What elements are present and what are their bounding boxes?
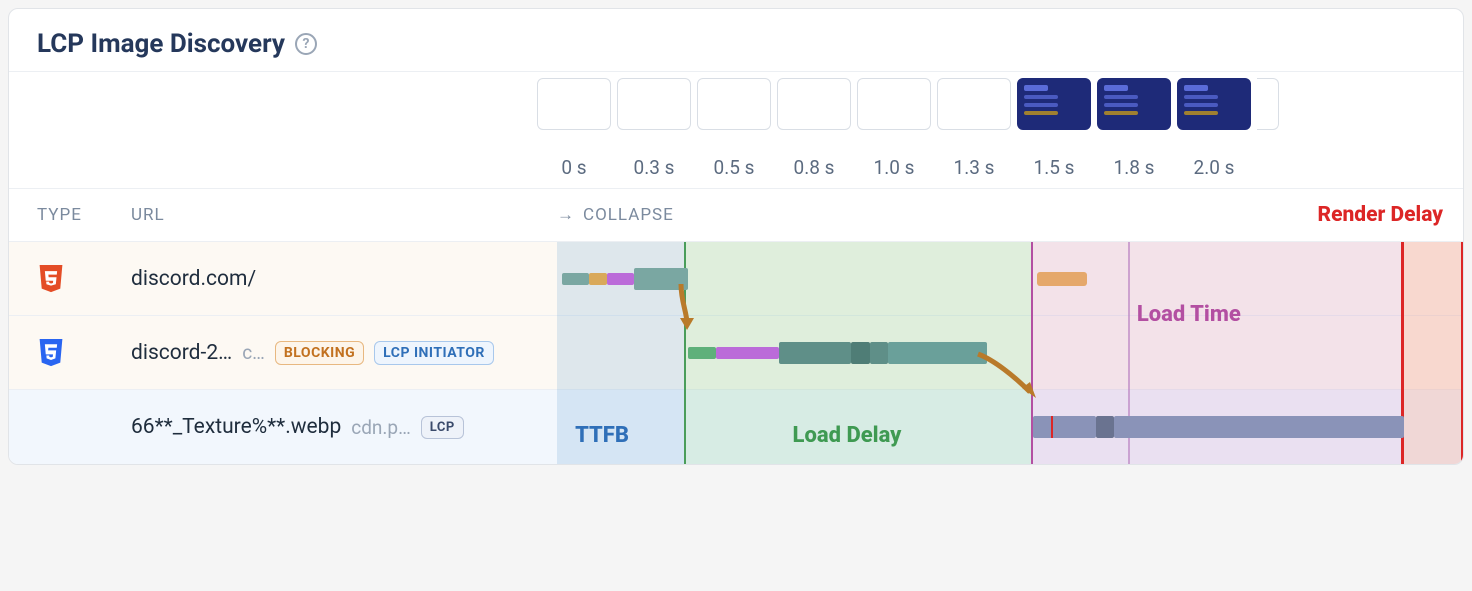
badge-blocking: BLOCKING: [275, 341, 364, 365]
tick-label: 0.3 s: [617, 156, 691, 188]
filmstrip-frame[interactable]: [617, 78, 691, 130]
lcp-discovery-card: LCP Image Discovery ? 0 s0.3 s0.5 s0.8 s…: [8, 8, 1464, 465]
filmstrip-frame[interactable]: [1017, 78, 1091, 130]
render-delay-label: Render Delay: [1318, 203, 1444, 227]
table-row[interactable]: discord.com/: [9, 242, 1463, 316]
filmstrip-frame[interactable]: [777, 78, 851, 130]
waterfall-cell: [557, 390, 1463, 464]
tick-label: 0 s: [537, 156, 611, 188]
css3-icon: [37, 337, 65, 369]
resource-type-icon: [37, 337, 131, 369]
bar-segment: [1037, 272, 1087, 286]
bar-segment: [1033, 416, 1096, 438]
card-title: LCP Image Discovery: [37, 29, 285, 59]
bar-segment: [851, 342, 869, 364]
table-row[interactable]: 66**_Texture%**.webp cdn.p… LCP: [9, 390, 1463, 464]
badge-lcp-initiator: LCP INITIATOR: [374, 341, 494, 365]
bar-segment: [607, 273, 634, 285]
filmstrip-frame[interactable]: [697, 78, 771, 130]
url-text: discord.com/: [131, 267, 256, 291]
resource-type-icon: [37, 263, 131, 295]
table-row[interactable]: discord-2… c… BLOCKING LCP INITIATOR: [9, 316, 1463, 390]
bar-segment: [562, 273, 589, 285]
filmstrip-frame[interactable]: [537, 78, 611, 130]
bar-segment: [1096, 416, 1114, 438]
filmstrip: [537, 78, 1455, 138]
filmstrip-frame[interactable]: [1177, 78, 1251, 130]
bar-segment: [870, 342, 888, 364]
tick-label: 1.0 s: [857, 156, 931, 188]
tick-label: 1.3 s: [937, 156, 1011, 188]
url-cell: 66**_Texture%**.webp cdn.p… LCP: [131, 415, 557, 439]
collapse-label[interactable]: COLLAPSE: [583, 205, 674, 225]
col-type: TYPE: [37, 205, 131, 225]
tick-label: 1.8 s: [1097, 156, 1171, 188]
bar-segment: [1114, 416, 1404, 438]
bar-segment: [634, 268, 688, 290]
url-text: 66**_Texture%**.webp: [131, 415, 341, 439]
url-cell: discord-2… c… BLOCKING LCP INITIATOR: [131, 341, 557, 365]
time-ticklabels: 0 s0.3 s0.5 s0.8 s1.0 s1.3 s1.5 s1.8 s2.…: [537, 148, 1455, 188]
url-cell: discord.com/: [131, 267, 557, 291]
filmstrip-frame-partial: [1257, 78, 1279, 130]
filmstrip-frame[interactable]: [937, 78, 1011, 130]
filmstrip-marks: [537, 138, 1455, 148]
bar-segment: [888, 342, 988, 364]
collapse-arrow-icon: →: [557, 205, 575, 225]
bar-segment: [716, 347, 779, 359]
help-icon[interactable]: ?: [295, 33, 317, 55]
bar-segment: [779, 342, 851, 364]
filmstrip-frame[interactable]: [857, 78, 931, 130]
url-text: discord-2…: [131, 341, 232, 365]
bar-segment: [688, 347, 715, 359]
waterfall-rows: TTFB Load Delay Load Time discord.com/: [9, 242, 1463, 464]
tick-label: 0.5 s: [697, 156, 771, 188]
url-subtext: c…: [242, 341, 265, 364]
waterfall-cell: [557, 316, 1463, 389]
tick-label: 2.0 s: [1177, 156, 1251, 188]
tick-label: 1.5 s: [1017, 156, 1091, 188]
waterfall-cell: [557, 242, 1463, 315]
url-subtext: cdn.p…: [351, 416, 411, 439]
col-collapse: → COLLAPSE Render Delay: [557, 203, 1463, 227]
tick-label: 0.8 s: [777, 156, 851, 188]
bar-segment: [589, 273, 607, 285]
badge-lcp: LCP: [421, 416, 464, 439]
html5-icon: [37, 263, 65, 295]
table-header: TYPE URL → COLLAPSE Render Delay: [9, 188, 1463, 242]
card-header: LCP Image Discovery ?: [9, 9, 1463, 71]
red-marker: [1051, 416, 1053, 438]
filmstrip-row: 0 s0.3 s0.5 s0.8 s1.0 s1.3 s1.5 s1.8 s2.…: [9, 71, 1463, 188]
filmstrip-frame[interactable]: [1097, 78, 1171, 130]
col-url: URL: [131, 205, 557, 225]
